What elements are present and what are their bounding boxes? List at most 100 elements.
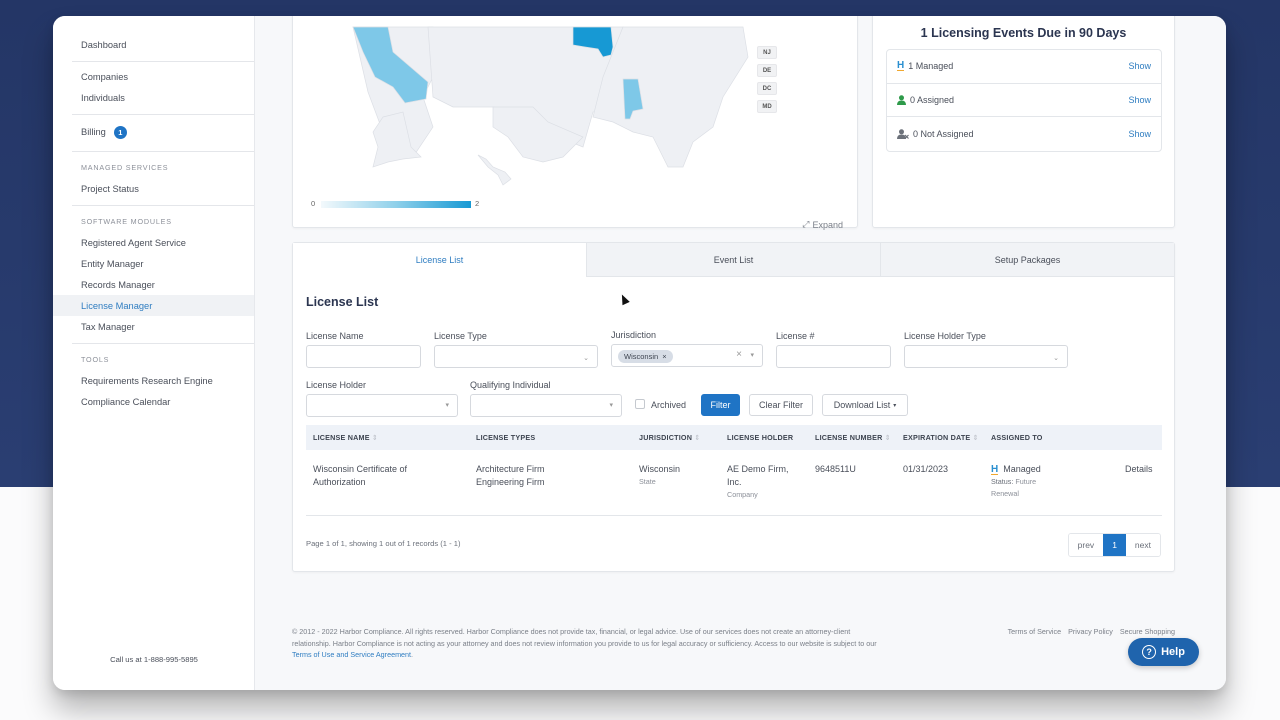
sidebar-section-tools: TOOLS Requirements Research Engine Compl… (72, 344, 254, 418)
section-title: License List (306, 295, 379, 309)
sidebar-item-records-manager[interactable]: Records Manager (53, 274, 254, 295)
clear-selection-icon[interactable]: × (736, 349, 742, 360)
column-label: JURISDICTION (639, 433, 693, 442)
legend-max-label: 2 (475, 199, 480, 208)
prev-page-button[interactable]: prev (1068, 534, 1104, 556)
sidebar-item-label: Compliance Calendar (81, 396, 171, 407)
table-header: LICENSE NAME ⇕ LICENSE TYPES JURISDICTIO… (306, 425, 1162, 450)
sidebar-heading: SOFTWARE MODULES (81, 216, 172, 226)
pagination-summary: Page 1 of 1, showing 1 out of 1 records … (306, 539, 461, 548)
sidebar-item-entity-manager[interactable]: Entity Manager (53, 253, 254, 274)
tab-license-list[interactable]: License List (293, 243, 586, 277)
chevron-down-icon: ⌄ (583, 355, 589, 362)
license-type-select[interactable]: ⌄ (434, 345, 598, 368)
sidebar-item-license-manager[interactable]: License Manager (53, 295, 254, 316)
license-type: Engineering Firm (476, 477, 545, 487)
license-type: Architecture Firm (476, 464, 545, 474)
app-window: Dashboard Companies Individuals Billing 1… (53, 16, 1226, 690)
event-row-not-assigned: 0 Not Assigned Show (887, 117, 1161, 151)
license-name-line: Authorization (313, 477, 366, 487)
help-label: Help (1161, 646, 1185, 658)
clear-filter-button[interactable]: Clear Filter (749, 394, 813, 416)
sidebar-item-label: Requirements Research Engine (81, 375, 213, 386)
page-1-button[interactable]: 1 (1103, 534, 1126, 556)
sidebar-item-compliance-calendar[interactable]: Compliance Calendar (53, 391, 254, 412)
sidebar-item-label: Companies (81, 71, 129, 82)
secure-shopping-link[interactable]: Secure Shopping (1120, 627, 1175, 636)
expand-map-button[interactable]: ⤢ Expand (802, 219, 843, 230)
sidebar-item-dashboard[interactable]: Dashboard (53, 34, 254, 55)
license-holder-select[interactable]: ▾ (306, 394, 458, 417)
license-holder-label: License Holder (306, 380, 367, 390)
sidebar-heading: MANAGED SERVICES (81, 162, 169, 172)
column-label: LICENSE NUMBER (815, 433, 883, 442)
chevron-down-icon: ⌄ (1053, 355, 1059, 362)
show-managed-link[interactable]: Show (1128, 61, 1151, 71)
column-label: LICENSE NAME (313, 433, 370, 442)
column-assigned-to: ASSIGNED TO (991, 433, 1043, 442)
event-row-managed: H1 Managed Show (887, 50, 1161, 84)
state-chip-nj[interactable]: NJ (757, 46, 777, 59)
download-list-button[interactable]: Download List ▾ (822, 394, 908, 416)
column-jurisdiction[interactable]: JURISDICTION ⇕ (639, 433, 701, 442)
license-name-input[interactable] (306, 345, 421, 368)
terms-of-service-link[interactable]: Terms of Service (1008, 627, 1062, 636)
sidebar-item-label: Records Manager (81, 279, 155, 290)
sidebar-item-project-status[interactable]: Project Status (53, 178, 254, 199)
harbor-h-icon: H (991, 463, 999, 475)
holder-name-line: AE Demo Firm, (727, 464, 789, 474)
show-not-assigned-link[interactable]: Show (1128, 129, 1151, 139)
license-holder-type-select[interactable]: ⌄ (904, 345, 1068, 368)
cell-license-holder: AE Demo Firm, Inc. Company (727, 463, 789, 501)
archived-label: Archived (651, 400, 687, 410)
sidebar-item-billing[interactable]: Billing 1 (53, 119, 254, 145)
jurisdiction-multiselect[interactable]: Wisconsin × × ▾ (611, 344, 763, 367)
sort-icon: ⇕ (371, 433, 379, 442)
cell-assigned-to: H Managed Status: Future Renewal (991, 463, 1041, 500)
license-number-input[interactable] (776, 345, 891, 368)
terms-of-use-link[interactable]: Terms of Use and Service Agreement (292, 650, 411, 659)
tab-setup-packages[interactable]: Setup Packages (880, 243, 1174, 277)
sidebar-item-label: Project Status (81, 183, 139, 194)
jurisdiction-label: Jurisdiction (611, 330, 657, 340)
license-map-card: NJ DE DC MD 0 2 ⤢ Expand (292, 16, 858, 230)
remove-chip-icon[interactable]: × (662, 352, 666, 361)
sidebar-item-label: License Manager (81, 300, 153, 311)
next-page-button[interactable]: next (1125, 534, 1160, 556)
show-assigned-link[interactable]: Show (1128, 95, 1151, 105)
column-expiration-date[interactable]: EXPIRATION DATE ⇕ (903, 433, 979, 442)
sidebar-item-label: Registered Agent Service (81, 237, 186, 248)
sidebar-section-managed: MANAGED SERVICES Project Status (72, 152, 254, 206)
details-link[interactable]: Details (1125, 463, 1153, 476)
sidebar-section-modules: SOFTWARE MODULES Registered Agent Servic… (53, 206, 254, 344)
privacy-policy-link[interactable]: Privacy Policy (1068, 627, 1113, 636)
help-button[interactable]: ? Help (1128, 638, 1199, 666)
cell-expiration-date: 01/31/2023 (903, 464, 949, 474)
column-license-types: LICENSE TYPES (476, 433, 536, 442)
legend-min-label: 0 (311, 199, 316, 208)
column-license-number[interactable]: LICENSE NUMBER ⇕ (815, 433, 891, 442)
qualifying-individual-select[interactable]: ▾ (470, 394, 622, 417)
archived-checkbox[interactable] (635, 399, 645, 409)
map-region-east (592, 26, 749, 168)
sidebar-item-label: Individuals (81, 92, 125, 103)
sidebar-item-research-engine[interactable]: Requirements Research Engine (53, 370, 254, 391)
sidebar-section-entities: Companies Individuals (72, 62, 254, 115)
sidebar-item-individuals[interactable]: Individuals (53, 87, 254, 108)
state-chip-md[interactable]: MD (757, 100, 777, 113)
sidebar-item-registered-agent[interactable]: Registered Agent Service (53, 232, 254, 253)
jurisdiction-level: State (639, 477, 656, 486)
sidebar-item-label: Entity Manager (81, 258, 144, 269)
state-chip-de[interactable]: DE (757, 64, 777, 77)
sidebar-section-billing: Billing 1 (72, 115, 254, 152)
column-license-name[interactable]: LICENSE NAME ⇕ (313, 433, 378, 442)
state-chip-dc[interactable]: DC (757, 82, 777, 95)
sidebar-item-label: Billing (81, 127, 106, 137)
status-label: Status: (991, 477, 1014, 486)
sidebar-item-companies[interactable]: Companies (53, 66, 254, 87)
sidebar-item-tax-manager[interactable]: Tax Manager (53, 316, 254, 337)
jurisdiction-chip: Wisconsin × (618, 350, 673, 363)
filter-button[interactable]: Filter (701, 394, 740, 416)
tab-event-list[interactable]: Event List (586, 243, 880, 277)
cell-jurisdiction: Wisconsin State (639, 463, 680, 488)
